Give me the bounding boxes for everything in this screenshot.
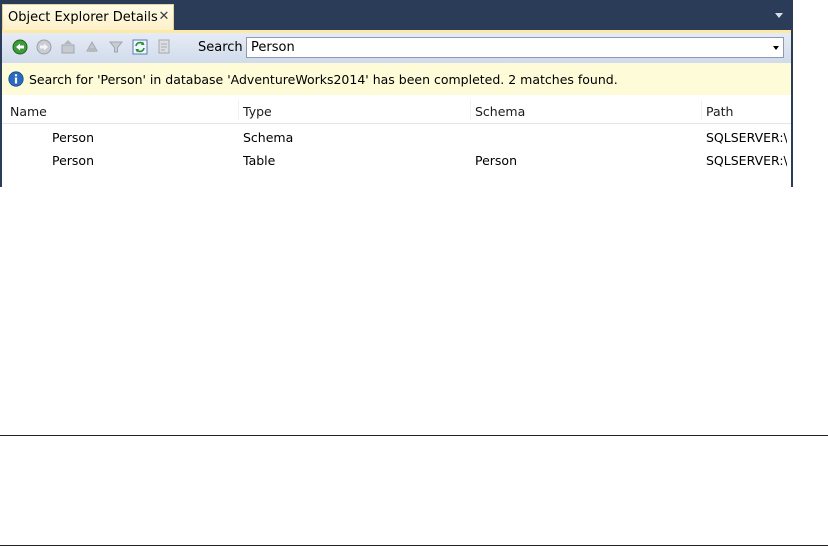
cell-schema: Person	[475, 153, 518, 168]
column-header-name[interactable]: Name	[10, 104, 47, 119]
script-icon[interactable]	[156, 39, 172, 55]
column-divider[interactable]	[701, 100, 702, 120]
page: Object Explorer Details ✕ Search Person …	[0, 0, 828, 547]
search-status-message: Search for 'Person' in database 'Adventu…	[29, 72, 618, 87]
tab-object-explorer-details[interactable]: Object Explorer Details ✕	[2, 4, 174, 30]
table-row[interactable]: Person Schema SQLSERVER:\SQL	[2, 126, 791, 148]
back-icon[interactable]	[12, 39, 28, 55]
cell-type: Schema	[243, 130, 294, 145]
refresh-icon[interactable]	[132, 39, 148, 55]
details-panel: Search Search for 'Person' in database '…	[2, 30, 791, 187]
horizontal-rule	[0, 435, 828, 436]
chevron-down-icon[interactable]	[772, 8, 786, 22]
table-row[interactable]: Person Table Person SQLSERVER:\SQL	[2, 149, 791, 171]
cell-name: Person	[52, 153, 95, 168]
list-header: Name Type Schema Path	[2, 98, 791, 124]
column-divider[interactable]	[238, 100, 239, 120]
cell-type: Table	[243, 153, 276, 168]
up-icon[interactable]	[60, 39, 76, 55]
column-header-type[interactable]: Type	[243, 104, 272, 119]
tab-title: Object Explorer Details	[8, 10, 158, 25]
info-bar: Search for 'Person' in database 'Adventu…	[2, 63, 791, 95]
forward-icon[interactable]	[36, 39, 52, 55]
column-header-schema[interactable]: Schema	[475, 104, 525, 119]
column-header-path[interactable]: Path	[706, 104, 733, 119]
tab-strip: Object Explorer Details ✕	[0, 0, 793, 30]
cell-path: SQLSERVER:\SQL	[706, 153, 787, 168]
cell-path: SQLSERVER:\SQL	[706, 130, 787, 145]
toolbar: Search	[2, 33, 791, 63]
filter-icon[interactable]	[108, 39, 124, 55]
chevron-down-icon[interactable]	[771, 43, 781, 53]
horizontal-rule	[0, 545, 828, 546]
search-combobox[interactable]	[246, 37, 784, 58]
info-icon	[8, 71, 24, 87]
cell-name: Person	[52, 130, 95, 145]
sync-icon[interactable]	[84, 39, 100, 55]
object-explorer-details-window: Object Explorer Details ✕ Search Person …	[0, 0, 793, 187]
column-divider[interactable]	[470, 100, 471, 120]
close-icon[interactable]: ✕	[155, 7, 173, 27]
search-input[interactable]	[251, 38, 751, 57]
search-label: Search	[198, 40, 243, 55]
